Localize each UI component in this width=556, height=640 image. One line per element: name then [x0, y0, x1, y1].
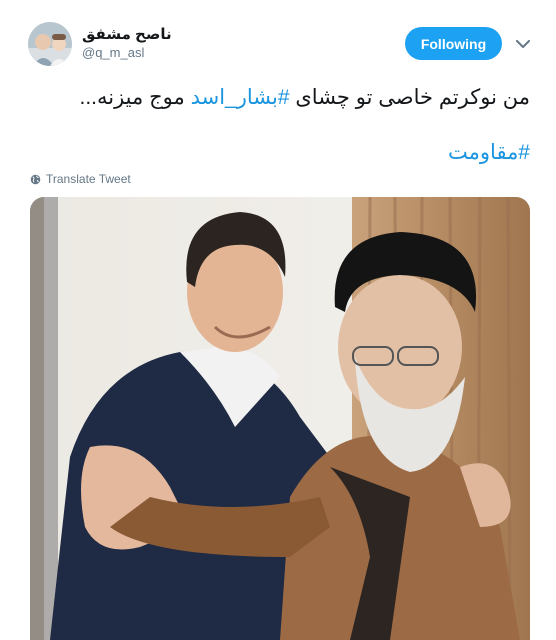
display-name[interactable]: ناصح مشفق: [82, 25, 172, 43]
user-handle[interactable]: @q_m_asl: [82, 45, 144, 60]
translate-tweet-link[interactable]: Translate Tweet: [30, 172, 131, 186]
avatar[interactable]: [28, 22, 72, 66]
hashtag-link[interactable]: #مقاومت: [448, 140, 530, 165]
tweet-card: ناصح مشفق @q_m_asl Following من نوکرتم خ…: [0, 0, 556, 640]
following-button[interactable]: Following: [405, 27, 502, 60]
photo-image: [30, 197, 530, 640]
tweet-photo[interactable]: [30, 197, 530, 640]
avatar-image: [28, 22, 72, 66]
tweet-text-part: موج میزنه...: [79, 86, 191, 109]
chevron-down-icon: [516, 39, 530, 48]
tweet-text-part: من نوکرتم خاصی تو چشای: [289, 86, 530, 109]
translate-label: Translate Tweet: [46, 172, 131, 186]
globe-icon: [30, 174, 41, 184]
tweet-text: من نوکرتم خاصی تو چشای #بشار_اسد موج میز…: [30, 84, 530, 111]
more-options-caret[interactable]: [512, 34, 534, 54]
hashtag-link[interactable]: #بشار_اسد: [191, 86, 290, 109]
